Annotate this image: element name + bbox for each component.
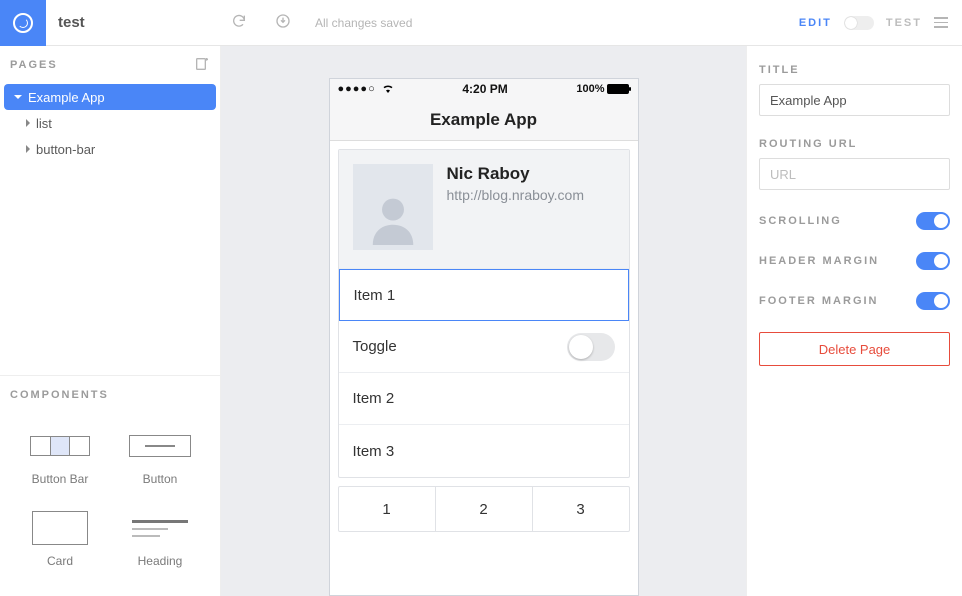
component-label: Card xyxy=(47,554,73,568)
logo[interactable] xyxy=(0,0,46,46)
mode-toggle[interactable] xyxy=(844,16,874,30)
components-header-label: COMPONENTS xyxy=(0,376,220,414)
toggle-switch[interactable] xyxy=(567,333,615,361)
scrolling-toggle[interactable] xyxy=(916,212,950,230)
component-label: Button xyxy=(143,472,178,486)
title-input[interactable] xyxy=(759,84,950,116)
card-url: http://blog.nraboy.com xyxy=(447,187,584,203)
device-header-title[interactable]: Example App xyxy=(330,99,638,141)
battery-icon: 100% xyxy=(576,83,629,95)
device-statusbar: ●●●●○ 4:20 PM 100% xyxy=(330,79,638,99)
pages-header: PAGES xyxy=(0,46,220,84)
footer-margin-label: FOOTER MARGIN xyxy=(759,295,879,307)
tree-item[interactable]: button-bar xyxy=(0,136,220,162)
tree-item-label: list xyxy=(36,116,52,131)
caret-right-icon xyxy=(26,119,30,127)
card-row-label: Toggle xyxy=(353,338,397,355)
component-button[interactable]: Button xyxy=(110,418,210,500)
buttonbar-segment[interactable]: 1 xyxy=(339,487,436,531)
signal-icon: ●●●●○ xyxy=(338,83,376,95)
buttonbar[interactable]: 1 2 3 xyxy=(338,486,630,532)
device-frame: ●●●●○ 4:20 PM 100% Example App xyxy=(329,78,639,596)
card-row[interactable]: Item 3 xyxy=(339,425,629,477)
wifi-icon xyxy=(382,83,394,96)
save-status: All changes saved xyxy=(315,16,412,30)
buttonbar-segment[interactable]: 3 xyxy=(533,487,629,531)
title-label: TITLE xyxy=(759,64,950,76)
card-row[interactable]: Item 2 xyxy=(339,373,629,425)
menu-icon[interactable] xyxy=(934,17,948,28)
card-row[interactable]: Item 1 xyxy=(339,269,629,321)
heading-preview-icon xyxy=(132,520,188,537)
project-name: test xyxy=(46,14,221,31)
component-label: Heading xyxy=(138,554,183,568)
tree-item[interactable]: list xyxy=(0,110,220,136)
download-icon[interactable] xyxy=(275,13,291,32)
refresh-icon[interactable] xyxy=(231,13,247,32)
button-preview-icon xyxy=(129,435,191,457)
avatar xyxy=(353,164,433,250)
card-header: Nic Raboy http://blog.nraboy.com xyxy=(339,150,629,269)
component-card[interactable]: Card xyxy=(10,500,110,582)
components-panel: COMPONENTS Button Bar Button Card Headin… xyxy=(0,376,220,596)
canvas[interactable]: ●●●●○ 4:20 PM 100% Example App xyxy=(221,46,747,596)
buttonbar-preview-icon xyxy=(30,436,90,456)
component-label: Button Bar xyxy=(32,472,89,486)
footer-margin-toggle[interactable] xyxy=(916,292,950,310)
component-heading[interactable]: Heading xyxy=(110,500,210,582)
caret-right-icon xyxy=(26,145,30,153)
add-page-icon[interactable] xyxy=(194,56,210,75)
card-row-label: Item 2 xyxy=(353,390,395,407)
card-row-toggle[interactable]: Toggle xyxy=(339,321,629,373)
card-preview-icon xyxy=(32,511,88,545)
header-margin-toggle[interactable] xyxy=(916,252,950,270)
topbar: test All changes saved EDIT TEST xyxy=(0,0,962,46)
card-row-label: Item 3 xyxy=(353,443,395,460)
scrolling-label: SCROLLING xyxy=(759,215,842,227)
logo-icon xyxy=(13,13,33,33)
pages-tree: Example App list button-bar xyxy=(0,84,220,172)
tree-item-label: button-bar xyxy=(36,142,95,157)
buttonbar-segment[interactable]: 2 xyxy=(436,487,533,531)
statusbar-time: 4:20 PM xyxy=(462,82,507,96)
pages-header-label: PAGES xyxy=(10,59,58,71)
delete-page-button[interactable]: Delete Page xyxy=(759,332,950,366)
card[interactable]: Nic Raboy http://blog.nraboy.com Item 1 … xyxy=(338,149,630,478)
battery-percent: 100% xyxy=(576,83,604,95)
tree-item-label: Example App xyxy=(28,90,105,105)
component-button-bar[interactable]: Button Bar xyxy=(10,418,110,500)
mode-test-label[interactable]: TEST xyxy=(886,17,922,29)
routing-url-input[interactable] xyxy=(759,158,950,190)
header-margin-label: HEADER MARGIN xyxy=(759,255,879,267)
card-row-label: Item 1 xyxy=(354,287,396,304)
routing-url-label: ROUTING URL xyxy=(759,138,950,150)
tree-item-root[interactable]: Example App xyxy=(4,84,216,110)
card-name: Nic Raboy xyxy=(447,164,584,184)
mode-edit-label[interactable]: EDIT xyxy=(799,17,832,29)
caret-down-icon xyxy=(14,95,22,99)
inspector-panel: TITLE ROUTING URL SCROLLING HEADER MARGI… xyxy=(747,46,962,596)
left-panel: PAGES Example App list button-bar xyxy=(0,46,221,596)
